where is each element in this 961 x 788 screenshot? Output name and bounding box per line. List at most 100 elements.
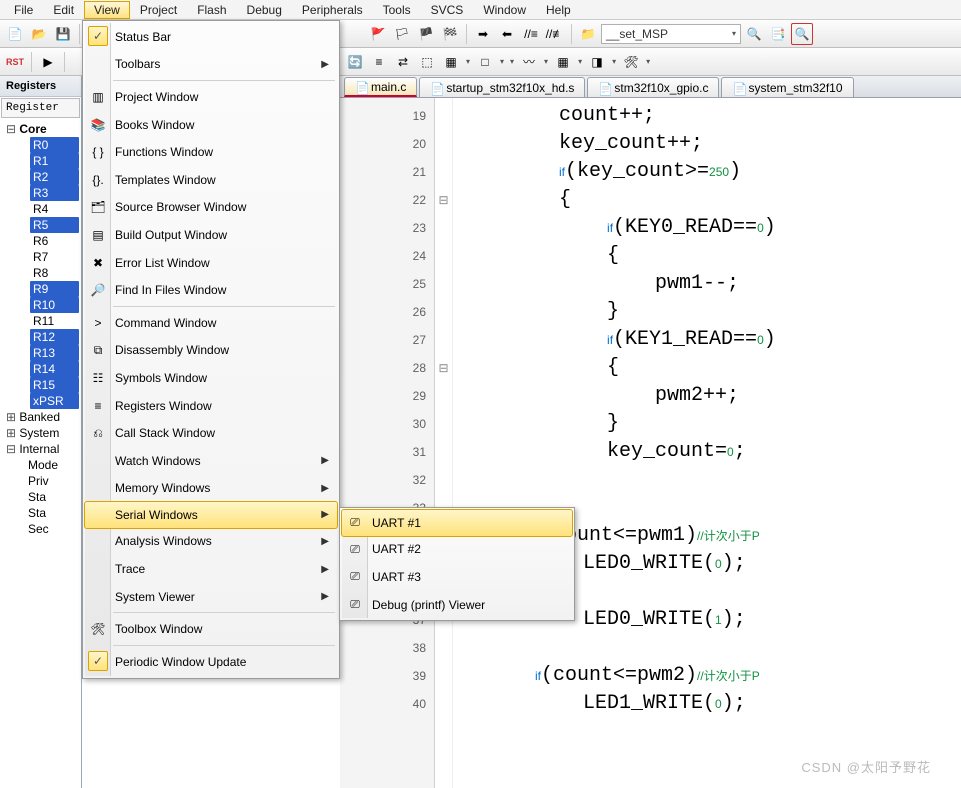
serial-submenu-item[interactable]: ⎚Debug (printf) Viewer xyxy=(342,591,572,619)
view-menu-item[interactable]: Trace▶ xyxy=(85,555,337,583)
view-menu-item[interactable]: Memory Windows▶ xyxy=(85,475,337,503)
uncomment-icon[interactable]: //≢ xyxy=(544,23,566,45)
open-file-icon[interactable]: 📂 xyxy=(28,23,50,45)
menu-flash[interactable]: Flash xyxy=(187,1,236,19)
comment-icon[interactable]: //≡ xyxy=(520,23,542,45)
indent-icon[interactable]: ➡ xyxy=(472,23,494,45)
toolbar-icon[interactable]: ▦ xyxy=(552,51,574,73)
toolbar-icon[interactable]: 〰 xyxy=(518,51,540,73)
tree-group[interactable]: ⊞ Banked xyxy=(2,409,79,425)
register-item[interactable]: R2 xyxy=(30,169,79,185)
register-item[interactable]: R7 xyxy=(30,249,79,265)
register-item[interactable]: R14 xyxy=(30,361,79,377)
view-menu-item[interactable]: 🛠Toolbox Window xyxy=(85,615,337,643)
view-menu-item[interactable]: ✓Status Bar xyxy=(85,23,337,51)
tree-leaf[interactable]: Sta xyxy=(2,489,79,505)
register-item[interactable]: R8 xyxy=(30,265,79,281)
view-menu-item[interactable]: Toolbars▶ xyxy=(85,51,337,79)
open-folder-icon[interactable]: 📁 xyxy=(577,23,599,45)
view-menu-item[interactable]: Watch Windows▶ xyxy=(85,447,337,475)
toolbar-icon[interactable]: 🔄 xyxy=(344,51,366,73)
view-menu-item[interactable]: System Viewer▶ xyxy=(85,583,337,611)
register-item[interactable]: R11 xyxy=(30,313,79,329)
register-item[interactable]: R10 xyxy=(30,297,79,313)
menu-view[interactable]: View xyxy=(84,1,130,19)
flag2-icon[interactable]: 🏳 xyxy=(391,23,413,45)
view-menu: ✓Status BarToolbars▶ ▥Project Window📚Book… xyxy=(82,20,340,679)
view-menu-item[interactable]: 🗂Source Browser Window xyxy=(85,194,337,222)
outdent-icon[interactable]: ⬅ xyxy=(496,23,518,45)
toolbar-icon[interactable]: □ xyxy=(474,51,496,73)
menu-window[interactable]: Window xyxy=(473,1,536,19)
view-menu-item[interactable]: ▤Build Output Window xyxy=(85,221,337,249)
menu-edit[interactable]: Edit xyxy=(43,1,84,19)
view-menu-item[interactable]: { }Functions Window xyxy=(85,138,337,166)
view-menu-item[interactable]: {}.Templates Window xyxy=(85,166,337,194)
tree-group[interactable]: ⊟ Internal xyxy=(2,441,79,457)
serial-submenu-item[interactable]: ⎚UART #1 xyxy=(341,509,573,537)
run-icon[interactable]: ▶ xyxy=(37,51,59,73)
view-menu-item[interactable]: Serial Windows▶ xyxy=(84,501,338,529)
register-item[interactable]: R15 xyxy=(30,377,79,393)
view-menu-item[interactable]: ▥Project Window xyxy=(85,83,337,111)
toolbar-icon[interactable]: ⬚ xyxy=(416,51,438,73)
symbol-combo[interactable]: __set_MSP ▾ xyxy=(601,24,741,44)
editor-tab[interactable]: 📄main.c xyxy=(344,77,417,97)
view-menu-item[interactable]: ⎌Call Stack Window xyxy=(85,419,337,447)
editor-tab[interactable]: 📄startup_stm32f10x_hd.s xyxy=(419,77,585,97)
register-item[interactable]: R13 xyxy=(30,345,79,361)
view-menu-item[interactable]: ✓Periodic Window Update xyxy=(85,648,337,676)
flag-icon[interactable]: 🚩 xyxy=(367,23,389,45)
view-menu-item[interactable]: ✖Error List Window xyxy=(85,249,337,277)
toolbar-icon[interactable]: ⇄ xyxy=(392,51,414,73)
find-icon[interactable]: 🔍 xyxy=(743,23,765,45)
view-menu-item[interactable]: ☷Symbols Window xyxy=(85,364,337,392)
tree-root[interactable]: ⊟ Core xyxy=(2,121,79,137)
toolbar-icon[interactable]: ◨ xyxy=(586,51,608,73)
flag4-icon[interactable]: 🏁 xyxy=(439,23,461,45)
tree-leaf[interactable]: Sec xyxy=(2,521,79,537)
code-editor[interactable]: 1920212223242526272829303132333435363738… xyxy=(340,98,961,788)
register-item[interactable]: R12 xyxy=(30,329,79,345)
register-item[interactable]: R1 xyxy=(30,153,79,169)
new-file-icon[interactable]: 📄 xyxy=(4,23,26,45)
menu-file[interactable]: File xyxy=(4,1,43,19)
tree-leaf[interactable]: Sta xyxy=(2,505,79,521)
view-menu-item[interactable]: ⧉Disassembly Window xyxy=(85,337,337,365)
register-item[interactable]: R3 xyxy=(30,185,79,201)
view-menu-item[interactable]: 📚Books Window xyxy=(85,111,337,139)
menu-svcs[interactable]: SVCS xyxy=(421,1,474,19)
menu-help[interactable]: Help xyxy=(536,1,581,19)
config-icon[interactable]: 🔍 xyxy=(791,23,813,45)
reset-icon[interactable]: RST xyxy=(4,51,26,73)
serial-submenu-item[interactable]: ⎚UART #2 xyxy=(342,536,572,564)
serial-submenu-item[interactable]: ⎚UART #3 xyxy=(342,563,572,591)
tree-leaf[interactable]: Priv xyxy=(2,473,79,489)
doc-icon[interactable]: 📑 xyxy=(767,23,789,45)
register-item[interactable]: R0 xyxy=(30,137,79,153)
menu-project[interactable]: Project xyxy=(130,1,187,19)
register-item[interactable]: R4 xyxy=(30,201,79,217)
tree-leaf[interactable]: Mode xyxy=(2,457,79,473)
register-item[interactable]: xPSR xyxy=(30,393,79,409)
register-item[interactable]: R9 xyxy=(30,281,79,297)
tree-group[interactable]: ⊞ System xyxy=(2,425,79,441)
toolbar-icon[interactable]: ≡ xyxy=(368,51,390,73)
register-item[interactable]: R5 xyxy=(30,217,79,233)
menu-tools[interactable]: Tools xyxy=(373,1,421,19)
view-menu-item[interactable]: >Command Window xyxy=(85,309,337,337)
menu-peripherals[interactable]: Peripherals xyxy=(292,1,373,19)
view-menu-item[interactable]: 🔎Find In Files Window xyxy=(85,276,337,304)
editor-tab[interactable]: 📄stm32f10x_gpio.c xyxy=(587,77,719,97)
editor-tab[interactable]: 📄system_stm32f10 xyxy=(721,77,853,97)
toolbar-icon[interactable]: ▦ xyxy=(440,51,462,73)
toolbar-icon[interactable]: 🛠 xyxy=(620,51,642,73)
save-icon[interactable]: 💾 xyxy=(52,23,74,45)
flag3-icon[interactable]: 🏴 xyxy=(415,23,437,45)
menu-item-icon: {}. xyxy=(89,173,107,187)
view-menu-item[interactable]: ≡Registers Window xyxy=(85,392,337,420)
menu-debug[interactable]: Debug xyxy=(237,1,292,19)
code-content[interactable]: count++; key_count++; if(key_count>=250)… xyxy=(453,98,961,788)
register-item[interactable]: R6 xyxy=(30,233,79,249)
view-menu-item[interactable]: Analysis Windows▶ xyxy=(85,528,337,556)
